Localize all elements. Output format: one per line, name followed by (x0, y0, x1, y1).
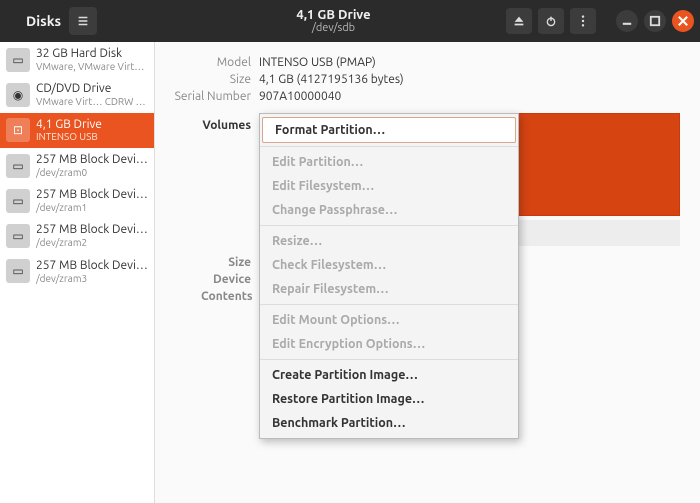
maximize-button[interactable] (644, 10, 666, 32)
sidebar-item-5[interactable]: ▭ 257 MB Block Device/dev/zram2 (0, 218, 154, 253)
usb-icon: ⊡ (6, 118, 30, 142)
menu-item-10: Edit Mount Options… (260, 308, 518, 332)
blk-icon: ▭ (6, 224, 30, 248)
model-value: INTENSO USB (PMAP) (259, 56, 680, 69)
sidebar-item-2[interactable]: ⊡ 4,1 GB DriveINTENSO USB (0, 113, 154, 148)
vol-device-label: Device (201, 273, 251, 286)
close-button[interactable] (672, 10, 694, 32)
drive-title: 4,1 GB Drive (161, 8, 506, 22)
sidebar-item-title: 257 MB Block Device (36, 153, 148, 167)
volumes-area: 4,1 GB Unknown Size Device Contents Form… (259, 113, 680, 303)
eject-button[interactable] (506, 8, 532, 34)
titlebar: Disks 4,1 GB Drive /dev/sdb (0, 0, 700, 42)
vol-contents-label: Contents (201, 290, 251, 303)
menu-item-7: Check Filesystem… (260, 253, 518, 277)
sidebar-item-0[interactable]: ▭ 32 GB Hard DiskVMware, VMware Virtual S (0, 42, 154, 77)
size-label: Size (155, 73, 251, 86)
menu-item-13[interactable]: Create Partition Image… (260, 363, 518, 387)
power-button[interactable] (538, 8, 564, 34)
serial-label: Serial Number (155, 90, 251, 103)
drive-menu-button[interactable] (570, 8, 596, 34)
sidebar-item-6[interactable]: ▭ 257 MB Block Device/dev/zram3 (0, 254, 154, 289)
menu-item-4: Change Passphrase… (260, 198, 518, 222)
model-label: Model (155, 56, 251, 69)
volumes-section-label: Volumes (155, 113, 251, 132)
minimize-icon (620, 14, 634, 28)
blk-icon: ▭ (6, 259, 30, 283)
sidebar-item-title: 257 MB Block Device (36, 223, 148, 237)
menu-separator (260, 359, 518, 360)
sidebar-item-title: 4,1 GB Drive (36, 118, 102, 132)
menu-separator (260, 146, 518, 147)
maximize-icon (648, 14, 662, 28)
hamburger-button[interactable] (69, 7, 97, 35)
sidebar-item-subtitle: /dev/zram0 (36, 167, 148, 179)
sidebar-item-title: 32 GB Hard Disk (36, 47, 148, 61)
sidebar-item-subtitle: VMware Virt… CDRW Drive (36, 96, 148, 108)
sidebar-item-subtitle: /dev/zram2 (36, 237, 148, 249)
sidebar-item-subtitle: INTENSO USB (36, 131, 102, 143)
close-icon (676, 14, 690, 28)
hamburger-icon (76, 14, 90, 28)
sidebar-item-subtitle: /dev/zram1 (36, 202, 148, 214)
app-title: Disks (26, 13, 61, 29)
hdd-icon: ▭ (6, 48, 30, 72)
device-sidebar: ▭ 32 GB Hard DiskVMware, VMware Virtual S… (0, 42, 155, 503)
menu-item-8: Repair Filesystem… (260, 277, 518, 301)
eject-icon (512, 14, 526, 28)
sidebar-item-3[interactable]: ▭ 257 MB Block Device/dev/zram0 (0, 148, 154, 183)
content-pane: Model INTENSO USB (PMAP) Size 4,1 GB (41… (155, 42, 700, 503)
serial-value: 907A10000040 (259, 90, 680, 103)
menu-separator (260, 225, 518, 226)
cd-icon: ◉ (6, 83, 30, 107)
menu-item-2: Edit Partition… (260, 150, 518, 174)
sidebar-item-4[interactable]: ▭ 257 MB Block Device/dev/zram1 (0, 183, 154, 218)
drive-subtitle: /dev/sdb (161, 22, 506, 34)
sidebar-item-title: 257 MB Block Device (36, 188, 148, 202)
sidebar-item-1[interactable]: ◉ CD/DVD DriveVMware Virt… CDRW Drive (0, 77, 154, 112)
volume-context-menu: Format Partition… Edit Partition…Edit Fil… (259, 113, 519, 439)
menu-item-3: Edit Filesystem… (260, 174, 518, 198)
power-icon (544, 14, 558, 28)
menu-item-0[interactable]: Format Partition… (262, 117, 516, 143)
menu-item-14[interactable]: Restore Partition Image… (260, 387, 518, 411)
size-value: 4,1 GB (4127195136 bytes) (259, 73, 680, 86)
kebab-icon (576, 14, 590, 28)
minimize-button[interactable] (616, 10, 638, 32)
vol-size-label: Size (201, 256, 251, 269)
menu-item-15[interactable]: Benchmark Partition… (260, 411, 518, 435)
menu-item-11: Edit Encryption Options… (260, 332, 518, 356)
blk-icon: ▭ (6, 154, 30, 178)
menu-separator (260, 304, 518, 305)
menu-item-6: Resize… (260, 229, 518, 253)
sidebar-item-subtitle: /dev/zram3 (36, 273, 148, 285)
sidebar-item-title: 257 MB Block Device (36, 259, 148, 273)
sidebar-item-subtitle: VMware, VMware Virtual S (36, 61, 148, 73)
blk-icon: ▭ (6, 189, 30, 213)
sidebar-item-title: CD/DVD Drive (36, 82, 148, 96)
